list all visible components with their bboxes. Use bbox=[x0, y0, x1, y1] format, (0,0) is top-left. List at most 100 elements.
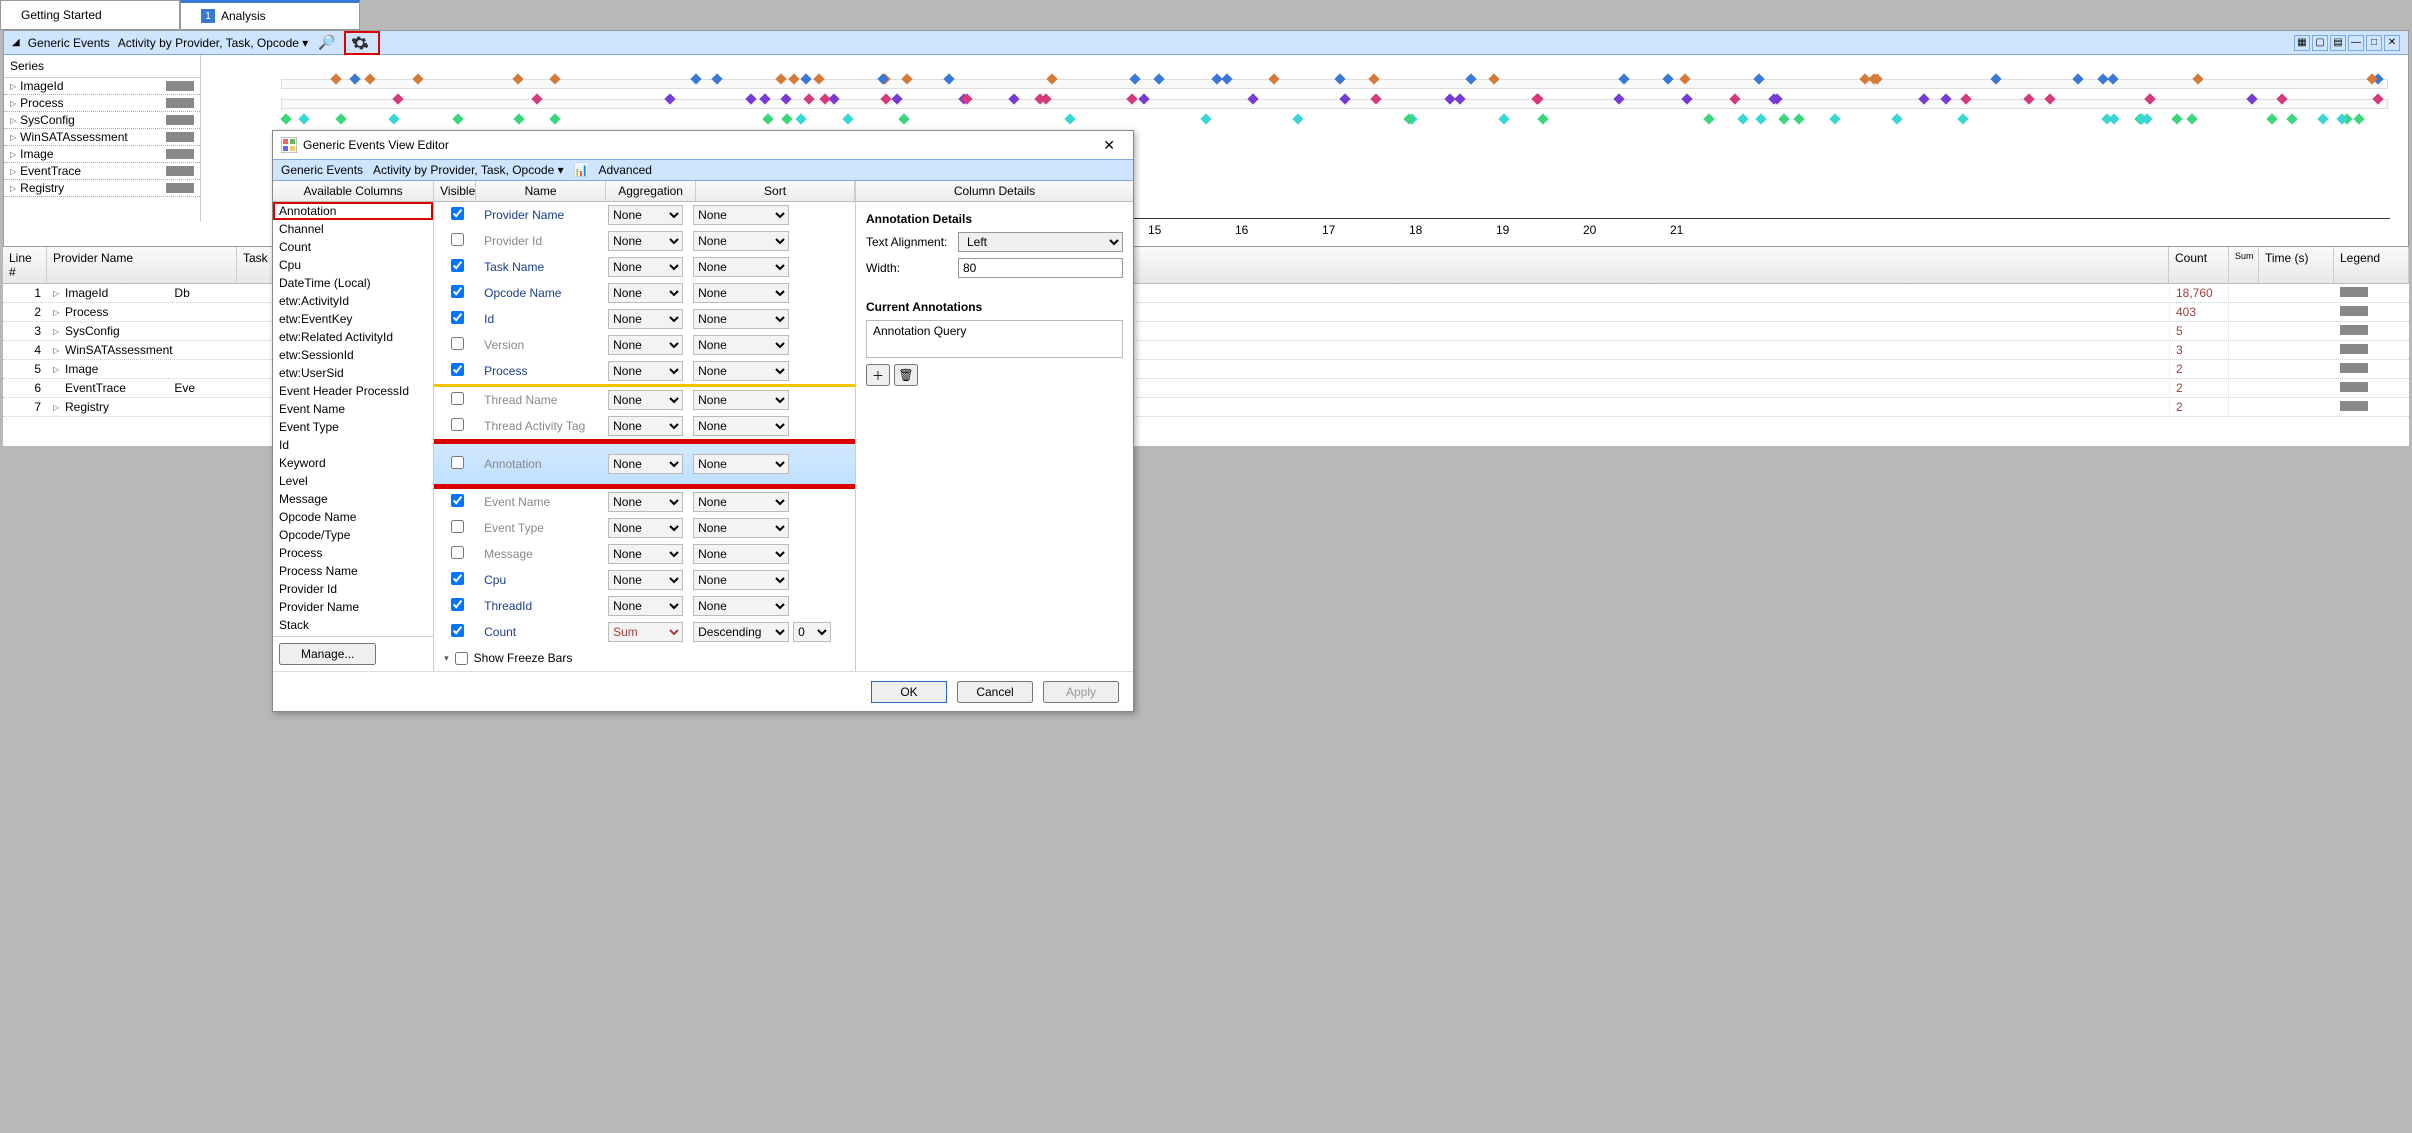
avail-item[interactable]: Count bbox=[273, 238, 433, 256]
avail-item[interactable]: Channel bbox=[273, 220, 433, 238]
sort-select[interactable]: None bbox=[693, 283, 789, 303]
breadcrumb-2[interactable]: Activity by Provider, Task, Opcode ▾ bbox=[118, 36, 309, 50]
event-marker-icon[interactable] bbox=[2286, 113, 2297, 124]
event-marker-icon[interactable] bbox=[1537, 113, 1548, 124]
view-mode-3-icon[interactable]: ▤ bbox=[2330, 35, 2346, 51]
series-item-sysconfig[interactable]: ▷SysConfig bbox=[4, 112, 200, 129]
expand-icon[interactable]: ▷ bbox=[47, 288, 59, 299]
sort-select[interactable]: None bbox=[693, 544, 789, 564]
agg-select[interactable]: None bbox=[608, 454, 683, 474]
expand-icon[interactable]: ▷ bbox=[10, 150, 16, 159]
event-marker-icon[interactable] bbox=[2317, 113, 2328, 124]
sort-select[interactable]: None bbox=[693, 570, 789, 590]
chevron-down-icon[interactable]: ▾ bbox=[444, 653, 449, 664]
sort-select[interactable]: None bbox=[693, 518, 789, 538]
visible-checkbox[interactable] bbox=[451, 392, 464, 405]
avail-item[interactable]: Event Name bbox=[273, 400, 433, 418]
series-item-image[interactable]: ▷Image bbox=[4, 146, 200, 163]
agg-select[interactable]: None bbox=[608, 257, 683, 277]
event-marker-icon[interactable] bbox=[781, 113, 792, 124]
expand-icon[interactable]: ▷ bbox=[47, 402, 59, 413]
tab-analysis[interactable]: 1 Analysis bbox=[180, 0, 360, 30]
event-marker-icon[interactable] bbox=[280, 113, 291, 124]
agg-select[interactable]: None bbox=[608, 416, 683, 436]
avail-item[interactable]: Event Header ProcessId bbox=[273, 382, 433, 400]
expand-icon[interactable]: ▷ bbox=[10, 133, 16, 142]
expand-icon[interactable]: ▷ bbox=[10, 99, 16, 108]
collapse-icon[interactable]: ◢ bbox=[12, 37, 20, 48]
event-marker-icon[interactable] bbox=[1891, 113, 1902, 124]
event-marker-icon[interactable] bbox=[2172, 113, 2183, 124]
maximize-icon[interactable]: □ bbox=[2366, 35, 2382, 51]
col-count[interactable]: Count bbox=[2169, 247, 2229, 283]
avail-item[interactable]: Message bbox=[273, 490, 433, 508]
event-marker-icon[interactable] bbox=[2266, 113, 2277, 124]
expand-icon[interactable]: ▷ bbox=[10, 116, 16, 125]
avail-item[interactable]: etw:EventKey bbox=[273, 310, 433, 328]
expand-icon[interactable]: ▷ bbox=[47, 326, 59, 337]
event-marker-icon[interactable] bbox=[1200, 113, 1211, 124]
gear-icon[interactable] bbox=[352, 35, 368, 51]
agg-select[interactable]: None bbox=[608, 283, 683, 303]
apply-button[interactable]: Apply bbox=[1043, 681, 1119, 703]
series-item-eventtrace[interactable]: ▷EventTrace bbox=[4, 163, 200, 180]
visible-checkbox[interactable] bbox=[451, 520, 464, 533]
event-marker-icon[interactable] bbox=[452, 113, 463, 124]
annotation-query-item[interactable]: Annotation Query bbox=[866, 320, 1123, 358]
timeline-track[interactable] bbox=[281, 99, 2388, 109]
width-input[interactable] bbox=[958, 258, 1123, 278]
agg-select[interactable]: None bbox=[608, 335, 683, 355]
advanced-link[interactable]: Advanced bbox=[599, 163, 652, 177]
agg-select[interactable]: None bbox=[608, 518, 683, 538]
avail-item[interactable]: Stack bbox=[273, 616, 433, 634]
event-marker-icon[interactable] bbox=[335, 113, 346, 124]
event-marker-icon[interactable] bbox=[1498, 113, 1509, 124]
event-marker-icon[interactable] bbox=[796, 113, 807, 124]
col-time[interactable]: Time (s) bbox=[2259, 247, 2334, 283]
avail-item[interactable]: Provider Name bbox=[273, 598, 433, 616]
close-icon[interactable]: ✕ bbox=[1093, 135, 1125, 156]
avail-item[interactable]: Opcode/Type bbox=[273, 526, 433, 544]
avail-item[interactable]: etw:Related ActivityId bbox=[273, 328, 433, 346]
event-marker-icon[interactable] bbox=[1957, 113, 1968, 124]
event-marker-icon[interactable] bbox=[1756, 113, 1767, 124]
col-legend[interactable]: Legend bbox=[2334, 247, 2409, 283]
avail-item[interactable]: Process bbox=[273, 544, 433, 562]
avail-item[interactable]: DateTime (Local) bbox=[273, 274, 433, 292]
col-line[interactable]: Line # bbox=[3, 247, 47, 283]
visible-checkbox[interactable] bbox=[451, 285, 464, 298]
breadcrumb-1[interactable]: Generic Events bbox=[28, 36, 110, 50]
agg-select[interactable]: None bbox=[608, 390, 683, 410]
sort-select[interactable]: None bbox=[693, 492, 789, 512]
expand-icon[interactable]: ▷ bbox=[47, 345, 59, 356]
close-panel-icon[interactable]: ✕ bbox=[2384, 35, 2400, 51]
sort-select[interactable]: None bbox=[693, 231, 789, 251]
event-marker-icon[interactable] bbox=[2353, 113, 2364, 124]
visible-checkbox[interactable] bbox=[451, 546, 464, 559]
visible-checkbox[interactable] bbox=[451, 337, 464, 350]
sort-select[interactable]: None bbox=[693, 361, 789, 381]
event-marker-icon[interactable] bbox=[842, 113, 853, 124]
event-marker-icon[interactable] bbox=[1793, 113, 1804, 124]
avail-item[interactable]: Id bbox=[273, 436, 433, 454]
minimize-icon[interactable]: — bbox=[2348, 35, 2364, 51]
search-icon[interactable]: 🔎 bbox=[318, 34, 335, 51]
sort-select[interactable]: None bbox=[693, 454, 789, 474]
avail-item[interactable]: Opcode Name bbox=[273, 508, 433, 526]
timeline-track[interactable] bbox=[281, 79, 2388, 89]
event-marker-icon[interactable] bbox=[1292, 113, 1303, 124]
visible-checkbox[interactable] bbox=[451, 624, 464, 637]
cancel-button[interactable]: Cancel bbox=[957, 681, 1033, 703]
sort-select[interactable]: None bbox=[693, 390, 789, 410]
avail-item-annotation[interactable]: Annotation bbox=[273, 202, 433, 220]
freeze-bars-checkbox[interactable] bbox=[455, 652, 468, 665]
agg-select[interactable]: None bbox=[608, 205, 683, 225]
add-annotation-button[interactable]: ＋ bbox=[866, 364, 890, 386]
delete-annotation-button[interactable]: 🗑 bbox=[894, 364, 918, 386]
view-mode-1-icon[interactable]: ▦ bbox=[2294, 35, 2310, 51]
sub-breadcrumb-2[interactable]: Activity by Provider, Task, Opcode ▾ bbox=[373, 163, 564, 177]
view-mode-2-icon[interactable]: ▢ bbox=[2312, 35, 2328, 51]
agg-select[interactable]: None bbox=[608, 596, 683, 616]
expand-icon[interactable] bbox=[47, 387, 59, 389]
visible-checkbox[interactable] bbox=[451, 456, 464, 469]
